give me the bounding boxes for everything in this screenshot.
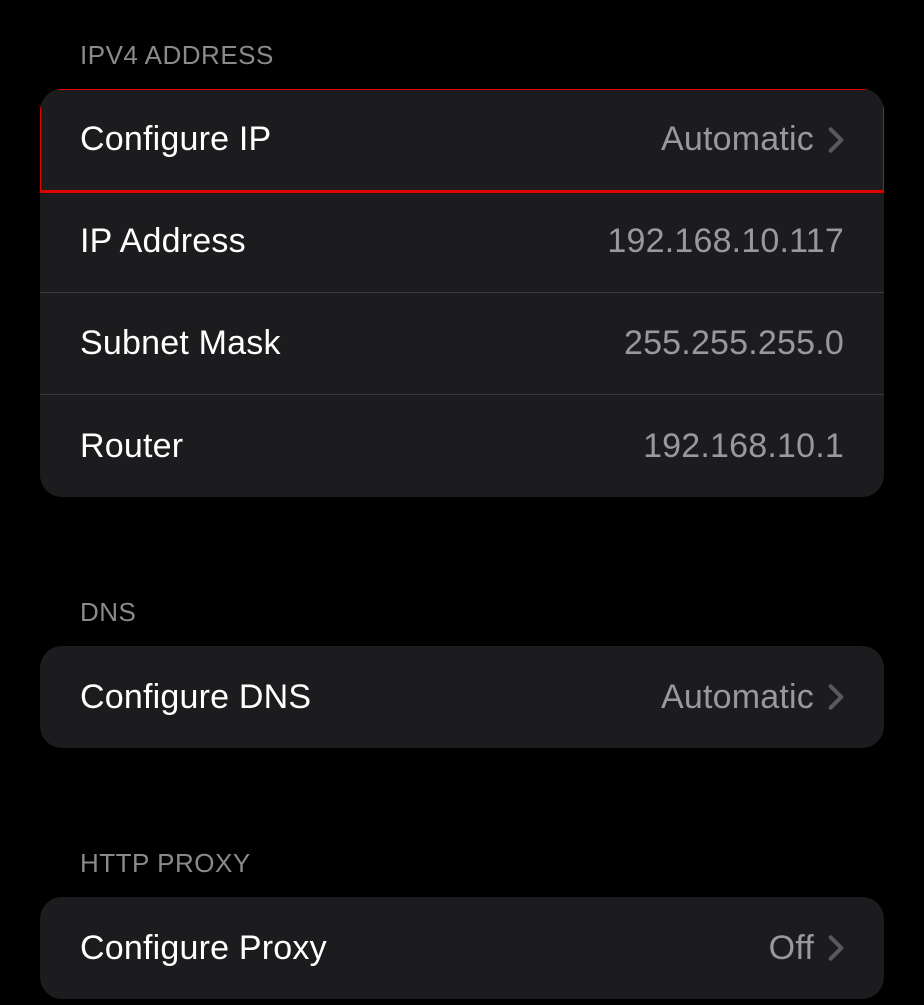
row-configure-proxy[interactable]: Configure Proxy Off — [40, 897, 884, 999]
row-ip-address: IP Address 192.168.10.117 — [40, 191, 884, 293]
row-configure-dns[interactable]: Configure DNS Automatic — [40, 646, 884, 748]
row-value-ip-address: 192.168.10.117 — [607, 222, 844, 261]
row-label-subnet-mask: Subnet Mask — [80, 324, 281, 363]
row-subnet-mask: Subnet Mask 255.255.255.0 — [40, 293, 884, 395]
rows-proxy: Configure Proxy Off — [40, 897, 884, 999]
row-label-configure-dns: Configure DNS — [80, 678, 311, 717]
rows-dns: Configure DNS Automatic — [40, 646, 884, 748]
row-configure-ip[interactable]: Configure IP Automatic — [40, 89, 884, 191]
section-header-proxy: HTTP PROXY — [0, 808, 924, 897]
section-proxy: HTTP PROXY Configure Proxy Off — [0, 808, 924, 999]
row-value-wrap-configure-proxy: Off — [769, 929, 844, 968]
row-router: Router 192.168.10.1 — [40, 395, 884, 497]
chevron-right-icon — [828, 126, 844, 154]
row-label-configure-proxy: Configure Proxy — [80, 929, 327, 968]
section-header-dns: DNS — [0, 557, 924, 646]
row-value-wrap-configure-dns: Automatic — [661, 678, 844, 717]
section-header-ipv4: IPV4 ADDRESS — [0, 0, 924, 89]
row-label-router: Router — [80, 427, 183, 466]
row-value-subnet-mask: 255.255.255.0 — [624, 324, 844, 363]
row-value-configure-dns: Automatic — [661, 678, 814, 717]
chevron-right-icon — [828, 683, 844, 711]
rows-ipv4: Configure IP Automatic IP Address 192.16… — [40, 89, 884, 497]
section-ipv4: IPV4 ADDRESS Configure IP Automatic IP A… — [0, 0, 924, 497]
section-dns: DNS Configure DNS Automatic — [0, 557, 924, 748]
chevron-right-icon — [828, 934, 844, 962]
row-value-configure-ip: Automatic — [661, 120, 814, 159]
row-label-ip-address: IP Address — [80, 222, 246, 261]
row-value-router: 192.168.10.1 — [643, 427, 844, 466]
row-value-wrap-configure-ip: Automatic — [661, 120, 844, 159]
row-label-configure-ip: Configure IP — [80, 120, 271, 159]
row-value-configure-proxy: Off — [769, 929, 814, 968]
